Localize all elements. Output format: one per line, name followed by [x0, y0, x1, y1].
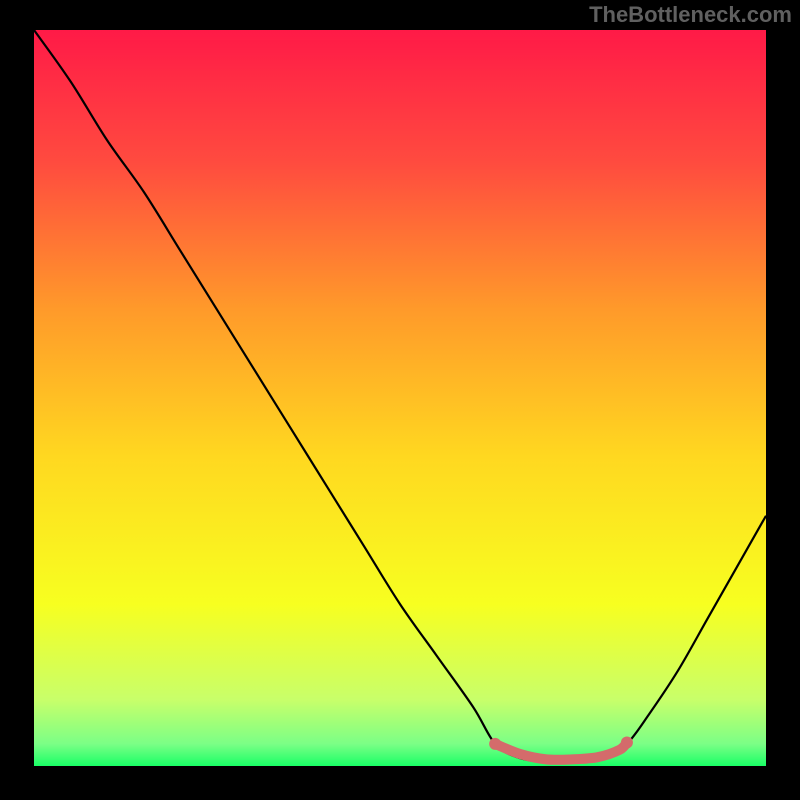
gradient-background: [34, 30, 766, 766]
plot-area: [34, 30, 766, 766]
watermark-text: TheBottleneck.com: [589, 2, 792, 28]
chart-container: TheBottleneck.com: [0, 0, 800, 800]
chart-svg: [34, 30, 766, 766]
